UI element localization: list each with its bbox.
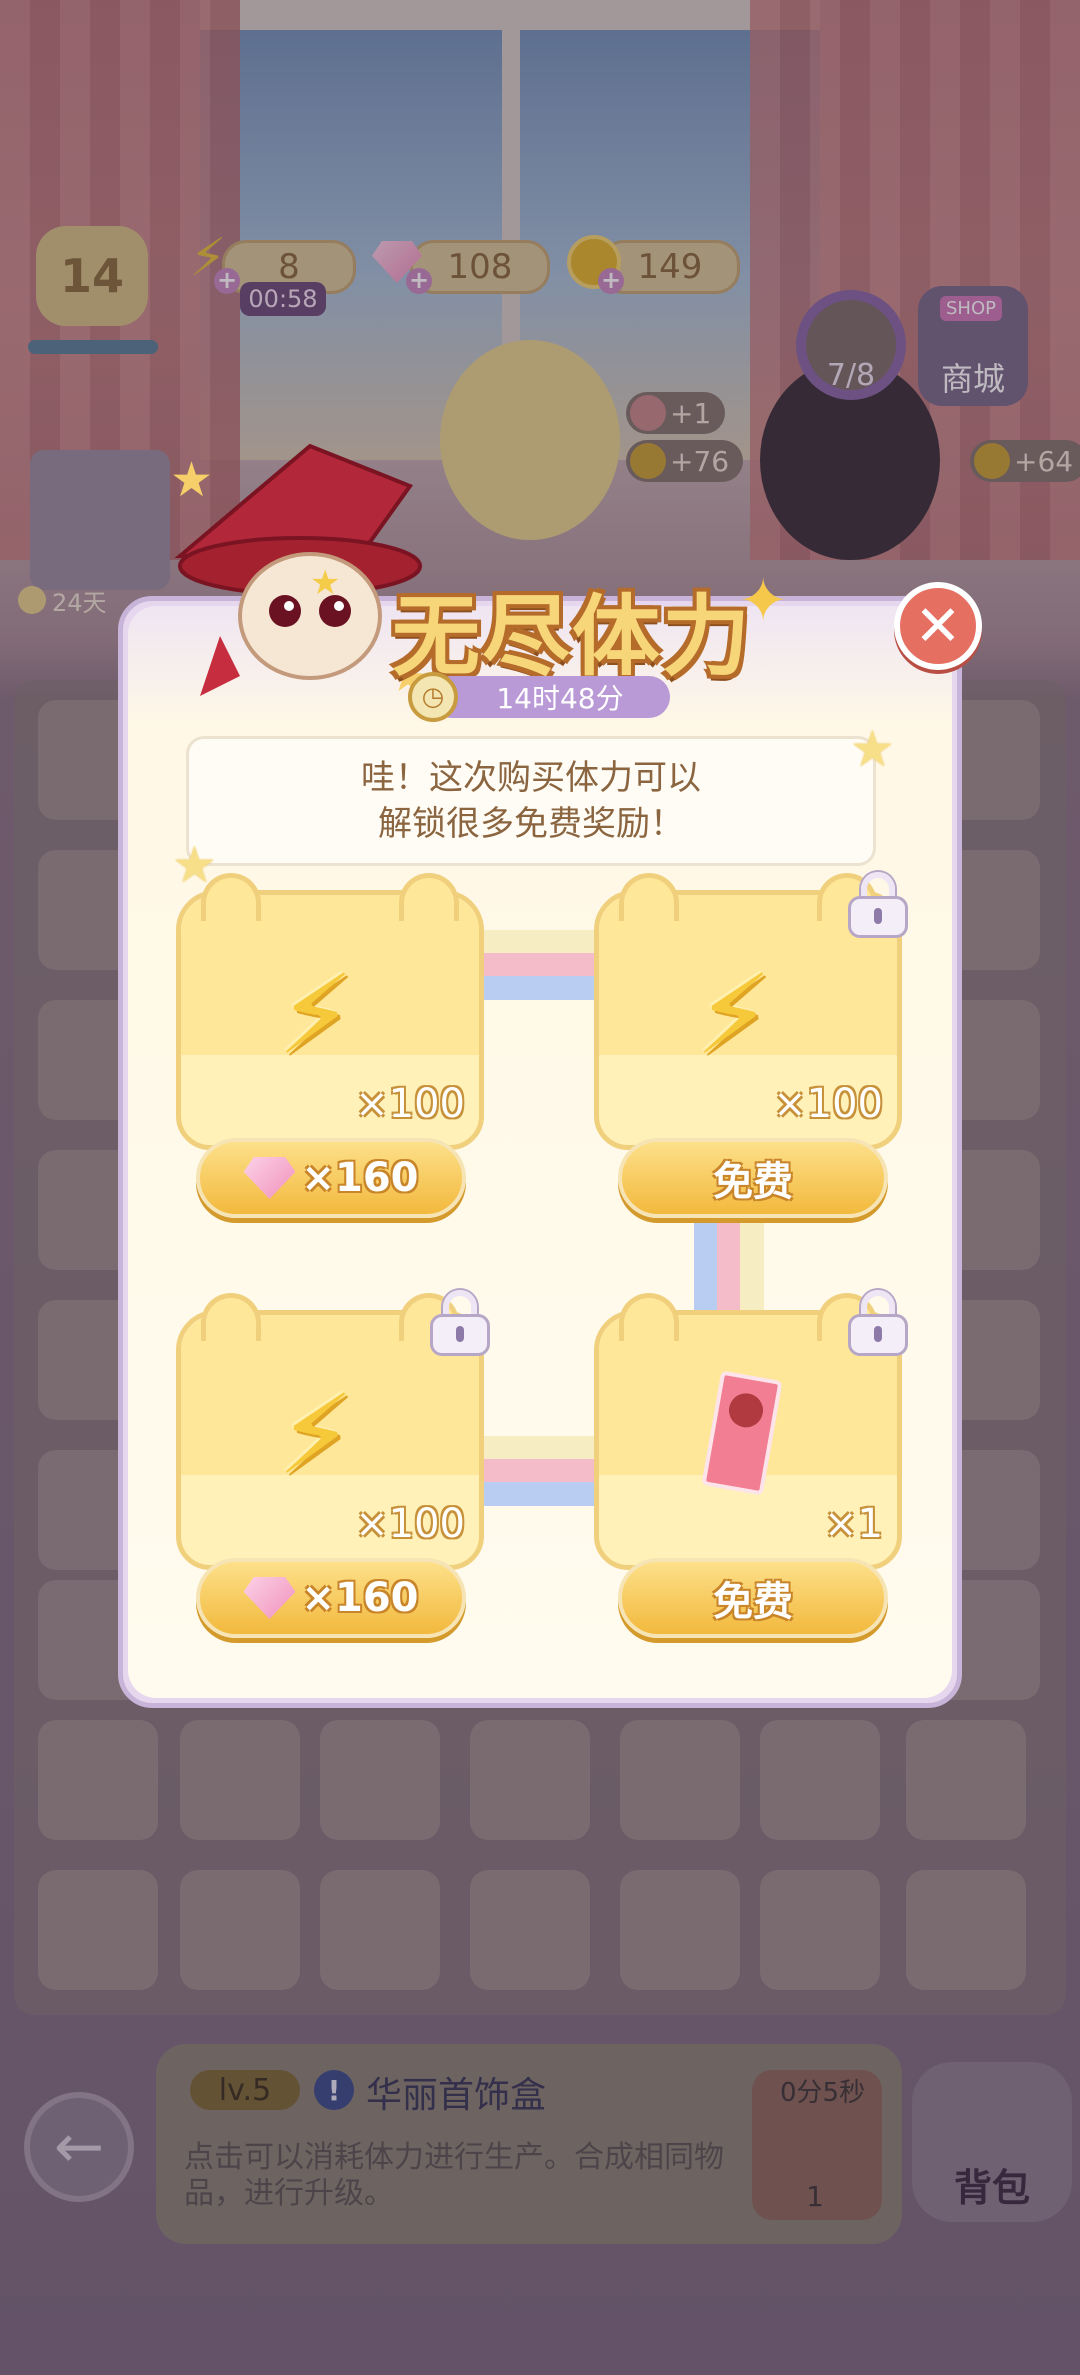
buy-with-gems-button[interactable]: ×160 <box>196 1138 466 1218</box>
lock-icon <box>430 1290 490 1356</box>
svg-text:★: ★ <box>170 452 213 508</box>
svg-text:★: ★ <box>310 563 340 603</box>
sparkle-icon: ✦ <box>738 566 789 636</box>
message-line: 解锁很多免费奖励！ <box>378 804 684 844</box>
reward-quantity: ×100 <box>773 1081 883 1127</box>
message-box: 哇！这次购买体力可以 解锁很多免费奖励！ <box>186 736 876 866</box>
price-label: ×160 <box>301 1575 419 1621</box>
reward-quantity: ×100 <box>355 1501 465 1547</box>
lock-icon <box>848 872 908 938</box>
reward-quantity: ×1 <box>824 1501 883 1547</box>
path-connector <box>694 1210 764 1320</box>
claim-free-button[interactable]: 免费 <box>618 1558 888 1638</box>
gem-icon <box>243 1157 296 1199</box>
star-decoration-icon: ★ <box>850 720 895 778</box>
path-connector <box>484 930 594 1000</box>
event-countdown: 14时48分 <box>430 676 670 718</box>
lock-icon <box>848 1290 908 1356</box>
alarm-clock-icon: ◷ <box>408 672 458 722</box>
event-countdown-text: 14时48分 <box>496 682 624 715</box>
free-label: 免费 <box>713 1159 793 1205</box>
energy-bolt-icon: ⚡ <box>277 951 355 1079</box>
gem-icon <box>243 1577 296 1619</box>
claim-free-button[interactable]: 免费 <box>618 1138 888 1218</box>
buy-with-gems-button[interactable]: ×160 <box>196 1558 466 1638</box>
price-label: ×160 <box>301 1155 419 1201</box>
close-icon: ✕ <box>914 593 962 659</box>
path-connector <box>484 1436 594 1506</box>
free-label: 免费 <box>713 1579 793 1625</box>
energy-bolt-icon: ⚡ <box>695 951 773 1079</box>
close-button[interactable]: ✕ <box>894 582 982 670</box>
reward-card-1[interactable]: ⚡ ×100 <box>176 873 484 1150</box>
message-line: 哇！这次购买体力可以 <box>361 758 701 798</box>
energy-bolt-icon: ⚡ <box>277 1371 355 1499</box>
reward-quantity: ×100 <box>355 1081 465 1127</box>
